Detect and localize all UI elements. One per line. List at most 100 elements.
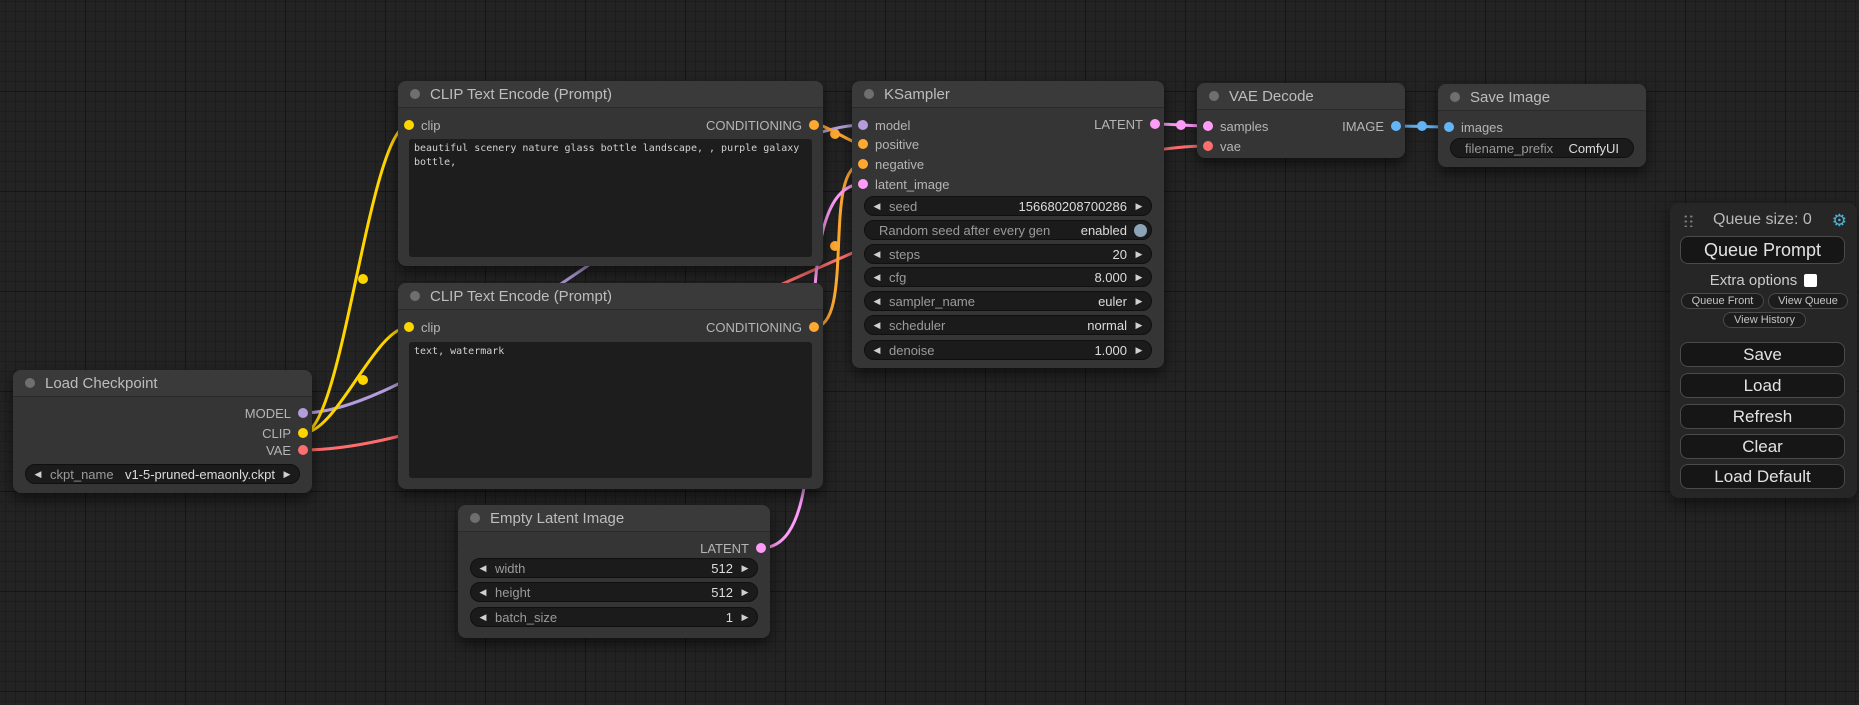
output-port-conditioning[interactable] xyxy=(809,120,819,130)
extra-options-checkbox[interactable] xyxy=(1804,274,1817,287)
input-port-positive[interactable] xyxy=(858,139,868,149)
increment-arrow-icon[interactable]: ▶ xyxy=(1127,321,1151,330)
node-header[interactable]: CLIP Text Encode (Prompt) xyxy=(398,81,823,108)
widget-batch-size[interactable]: ◀ batch_size 1 ▶ xyxy=(470,607,758,627)
decrement-arrow-icon[interactable]: ◀ xyxy=(471,588,495,597)
widget-scheduler[interactable]: ◀ scheduler normal ▶ xyxy=(864,315,1152,335)
widget-label: sampler_name xyxy=(889,294,1098,309)
decrement-arrow-icon[interactable]: ◀ xyxy=(865,346,889,355)
input-port-images[interactable] xyxy=(1444,122,1454,132)
widget-steps[interactable]: ◀ steps 20 ▶ xyxy=(864,244,1152,264)
output-port-latent[interactable] xyxy=(756,543,766,553)
increment-arrow-icon[interactable]: ▶ xyxy=(733,588,757,597)
widget-value: v1-5-pruned-emaonly.ckpt xyxy=(125,467,275,482)
decrement-arrow-icon[interactable]: ◀ xyxy=(865,321,889,330)
increment-arrow-icon[interactable]: ▶ xyxy=(1127,273,1151,282)
collapse-dot-icon[interactable] xyxy=(1209,91,1219,101)
collapse-dot-icon[interactable] xyxy=(864,89,874,99)
increment-arrow-icon[interactable]: ▶ xyxy=(1127,346,1151,355)
refresh-button[interactable]: Refresh xyxy=(1680,404,1845,429)
increment-arrow-icon[interactable]: ▶ xyxy=(733,564,757,573)
input-label: positive xyxy=(875,137,919,152)
widget-value: 1 xyxy=(726,610,733,625)
node-save-image[interactable]: Save Image images filename_prefix ComfyU… xyxy=(1438,84,1646,167)
widget-ckpt-name[interactable]: ◀ ckpt_name v1-5-pruned-emaonly.ckpt ▶ xyxy=(25,464,300,484)
increment-arrow-icon[interactable]: ▶ xyxy=(733,613,757,622)
node-ksampler[interactable]: KSampler model positive negative latent_… xyxy=(852,81,1164,368)
decrement-arrow-icon[interactable]: ◀ xyxy=(865,202,889,211)
increment-arrow-icon[interactable]: ▶ xyxy=(275,470,299,479)
input-port-latent-image[interactable] xyxy=(858,179,868,189)
node-clip-text-encode-negative[interactable]: CLIP Text Encode (Prompt) clip CONDITION… xyxy=(398,283,823,489)
load-button[interactable]: Load xyxy=(1680,373,1845,398)
decrement-arrow-icon[interactable]: ◀ xyxy=(865,297,889,306)
widget-value: enabled xyxy=(1081,223,1127,238)
output-label: IMAGE xyxy=(1342,119,1384,134)
collapse-dot-icon[interactable] xyxy=(410,89,420,99)
queue-prompt-button[interactable]: Queue Prompt xyxy=(1680,236,1845,264)
input-label: vae xyxy=(1220,139,1241,154)
output-port-latent[interactable] xyxy=(1150,119,1160,129)
node-title: Empty Latent Image xyxy=(490,510,624,527)
collapse-dot-icon[interactable] xyxy=(1450,92,1460,102)
decrement-arrow-icon[interactable]: ◀ xyxy=(865,273,889,282)
output-row-model: MODEL xyxy=(245,403,308,423)
increment-arrow-icon[interactable]: ▶ xyxy=(1127,202,1151,211)
output-port-model[interactable] xyxy=(298,408,308,418)
node-header[interactable]: KSampler xyxy=(852,81,1164,108)
decrement-arrow-icon[interactable]: ◀ xyxy=(471,613,495,622)
node-header[interactable]: Save Image xyxy=(1438,84,1646,111)
widget-seed[interactable]: ◀ seed 156680208700286 ▶ xyxy=(864,196,1152,216)
output-port-vae[interactable] xyxy=(298,445,308,455)
output-row-conditioning: CONDITIONING xyxy=(706,317,819,337)
collapse-dot-icon[interactable] xyxy=(410,291,420,301)
increment-arrow-icon[interactable]: ▶ xyxy=(1127,297,1151,306)
node-empty-latent-image[interactable]: Empty Latent Image LATENT ◀ width 512 ▶ … xyxy=(458,505,770,638)
load-default-button[interactable]: Load Default xyxy=(1680,464,1845,489)
node-header[interactable]: Load Checkpoint xyxy=(13,370,312,397)
output-label: VAE xyxy=(266,443,291,458)
view-history-button[interactable]: View History xyxy=(1723,312,1806,328)
collapse-dot-icon[interactable] xyxy=(470,513,480,523)
increment-arrow-icon[interactable]: ▶ xyxy=(1127,250,1151,259)
widget-sampler-name[interactable]: ◀ sampler_name euler ▶ xyxy=(864,291,1152,311)
prompt-text-area[interactable]: text, watermark xyxy=(409,342,812,478)
widget-denoise[interactable]: ◀ denoise 1.000 ▶ xyxy=(864,340,1152,360)
view-queue-button[interactable]: View Queue xyxy=(1768,293,1848,309)
input-port-model[interactable] xyxy=(858,120,868,130)
node-header[interactable]: CLIP Text Encode (Prompt) xyxy=(398,283,823,310)
queue-menu-panel: Queue size: 0 ⚙ Queue Prompt Extra optio… xyxy=(1670,203,1857,498)
output-label: CONDITIONING xyxy=(706,320,802,335)
node-clip-text-encode-positive[interactable]: CLIP Text Encode (Prompt) clip CONDITION… xyxy=(398,81,823,266)
input-port-negative[interactable] xyxy=(858,159,868,169)
input-port-vae[interactable] xyxy=(1203,141,1213,151)
queue-front-button[interactable]: Queue Front xyxy=(1681,293,1764,309)
output-port-image[interactable] xyxy=(1391,121,1401,131)
prompt-text-area[interactable]: beautiful scenery nature glass bottle la… xyxy=(409,139,812,257)
collapse-dot-icon[interactable] xyxy=(25,378,35,388)
node-vae-decode[interactable]: VAE Decode samples vae IMAGE xyxy=(1197,83,1405,158)
node-load-checkpoint[interactable]: Load Checkpoint MODEL CLIP VAE ◀ ckpt_na… xyxy=(13,370,312,493)
widget-height[interactable]: ◀ height 512 ▶ xyxy=(470,582,758,602)
widget-width[interactable]: ◀ width 512 ▶ xyxy=(470,558,758,578)
save-button[interactable]: Save xyxy=(1680,342,1845,367)
decrement-arrow-icon[interactable]: ◀ xyxy=(471,564,495,573)
widget-cfg[interactable]: ◀ cfg 8.000 ▶ xyxy=(864,267,1152,287)
decrement-arrow-icon[interactable]: ◀ xyxy=(865,250,889,259)
output-port-conditioning[interactable] xyxy=(809,322,819,332)
drag-handle-icon[interactable] xyxy=(1682,213,1693,227)
widget-value: 156680208700286 xyxy=(1019,199,1127,214)
input-port-clip[interactable] xyxy=(404,322,414,332)
toggle-on-indicator[interactable] xyxy=(1134,224,1147,237)
widget-filename-prefix[interactable]: filename_prefix ComfyUI xyxy=(1450,138,1634,158)
output-port-clip[interactable] xyxy=(298,428,308,438)
widget-random-seed-toggle[interactable]: Random seed after every gen enabled xyxy=(864,220,1152,240)
node-header[interactable]: VAE Decode xyxy=(1197,83,1405,110)
clear-button[interactable]: Clear xyxy=(1680,434,1845,459)
settings-gear-icon[interactable]: ⚙ xyxy=(1832,212,1847,229)
node-header[interactable]: Empty Latent Image xyxy=(458,505,770,532)
input-port-samples[interactable] xyxy=(1203,121,1213,131)
node-graph-canvas[interactable]: Load Checkpoint MODEL CLIP VAE ◀ ckpt_na… xyxy=(0,0,1859,705)
decrement-arrow-icon[interactable]: ◀ xyxy=(26,470,50,479)
input-port-clip[interactable] xyxy=(404,120,414,130)
